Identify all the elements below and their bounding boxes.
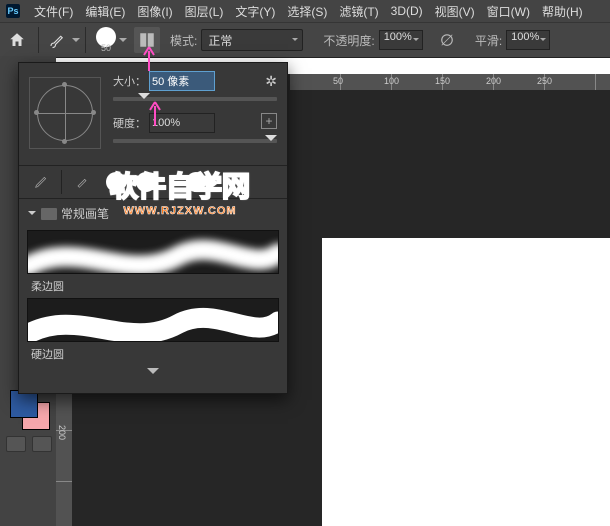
brush-angle-preview[interactable] bbox=[29, 77, 101, 149]
ruler-vertical: 150 200 bbox=[56, 380, 72, 526]
menu-bar: Ps 文件(F) 编辑(E) 图像(I) 图层(L) 文字(Y) 选择(S) 滤… bbox=[0, 0, 610, 22]
brush-preset-dropdown-icon[interactable] bbox=[118, 35, 128, 45]
brush-name-hard: 硬边圆 bbox=[31, 346, 279, 362]
screenmode-icon[interactable] bbox=[32, 436, 52, 452]
home-icon[interactable] bbox=[0, 23, 34, 57]
menu-select[interactable]: 选择(S) bbox=[281, 3, 333, 20]
brush-actions-row bbox=[19, 165, 287, 199]
size-label: 大小： bbox=[113, 73, 149, 89]
menu-text[interactable]: 文字(Y) bbox=[229, 3, 281, 20]
brush-name-soft: 柔边圆 bbox=[31, 278, 279, 294]
hardness-label: 硬度： bbox=[113, 115, 149, 131]
brush-settings-panel: ✲ + 大小： 50 像素 硬度： 100 bbox=[18, 62, 288, 394]
ruler-horizontal: 0 50 100 150 200 250 bbox=[290, 74, 610, 90]
brush-preview-soft[interactable] bbox=[27, 230, 279, 274]
hardness-input[interactable]: 100% bbox=[149, 113, 215, 133]
brush-folder[interactable]: 常规画笔 bbox=[19, 199, 287, 226]
folder-collapse-icon bbox=[27, 209, 37, 219]
new-brush-icon[interactable]: + bbox=[261, 113, 277, 129]
panel-scroll-hint[interactable] bbox=[19, 370, 287, 378]
ps-logo: Ps bbox=[6, 4, 20, 18]
color-swatches[interactable] bbox=[10, 390, 50, 430]
opacity-label: 不透明度: bbox=[323, 32, 374, 49]
menu-edit[interactable]: 编辑(E) bbox=[79, 3, 131, 20]
flow-input[interactable]: 100% bbox=[506, 30, 550, 50]
menu-file[interactable]: 文件(F) bbox=[28, 3, 79, 20]
menu-3d[interactable]: 3D(D) bbox=[385, 4, 429, 18]
brush-preview-hard[interactable] bbox=[27, 298, 279, 342]
menu-window[interactable]: 窗口(W) bbox=[481, 3, 536, 20]
pressure-opacity-icon[interactable] bbox=[433, 26, 461, 54]
hardness-slider[interactable] bbox=[113, 139, 277, 143]
mode-select[interactable]: 正常 bbox=[201, 29, 303, 51]
panel-gear-icon[interactable]: ✲ bbox=[265, 73, 277, 90]
brush-preset-chip[interactable]: 50 bbox=[96, 27, 128, 53]
opacity-input[interactable]: 100% bbox=[379, 30, 423, 50]
document-canvas[interactable] bbox=[322, 238, 610, 526]
size-slider[interactable] bbox=[113, 97, 277, 101]
foreground-swatch[interactable] bbox=[10, 390, 38, 418]
brush-sample-3[interactable] bbox=[186, 172, 206, 192]
brush-list: 柔边圆 硬边圆 bbox=[19, 230, 287, 370]
flat-brush-icon[interactable] bbox=[68, 168, 96, 196]
brush-sample-1[interactable] bbox=[106, 172, 126, 192]
flow-label: 平滑: bbox=[475, 32, 502, 49]
quickmask-icon[interactable] bbox=[6, 436, 26, 452]
brush-panel-toggle[interactable] bbox=[134, 27, 160, 53]
folder-icon bbox=[41, 208, 57, 220]
menu-view[interactable]: 视图(V) bbox=[429, 3, 481, 20]
tool-dropdown-icon[interactable] bbox=[71, 35, 81, 45]
size-input[interactable]: 50 像素 bbox=[149, 71, 215, 91]
menu-filter[interactable]: 滤镜(T) bbox=[333, 3, 384, 20]
menu-help[interactable]: 帮助(H) bbox=[536, 3, 589, 20]
mode-label: 模式: bbox=[170, 32, 197, 49]
pencil-icon[interactable] bbox=[27, 168, 55, 196]
quickmask-row bbox=[6, 436, 52, 452]
brush-size-caption: 50 bbox=[101, 43, 111, 53]
options-bar: 50 模式: 正常 不透明度: 100% 平滑: 100% bbox=[0, 22, 610, 58]
menu-layer[interactable]: 图层(L) bbox=[179, 3, 230, 20]
folder-label: 常规画笔 bbox=[61, 205, 109, 222]
brush-tool-icon[interactable] bbox=[43, 26, 71, 54]
brush-sample-2[interactable] bbox=[136, 172, 156, 192]
menu-image[interactable]: 图像(I) bbox=[131, 3, 178, 20]
